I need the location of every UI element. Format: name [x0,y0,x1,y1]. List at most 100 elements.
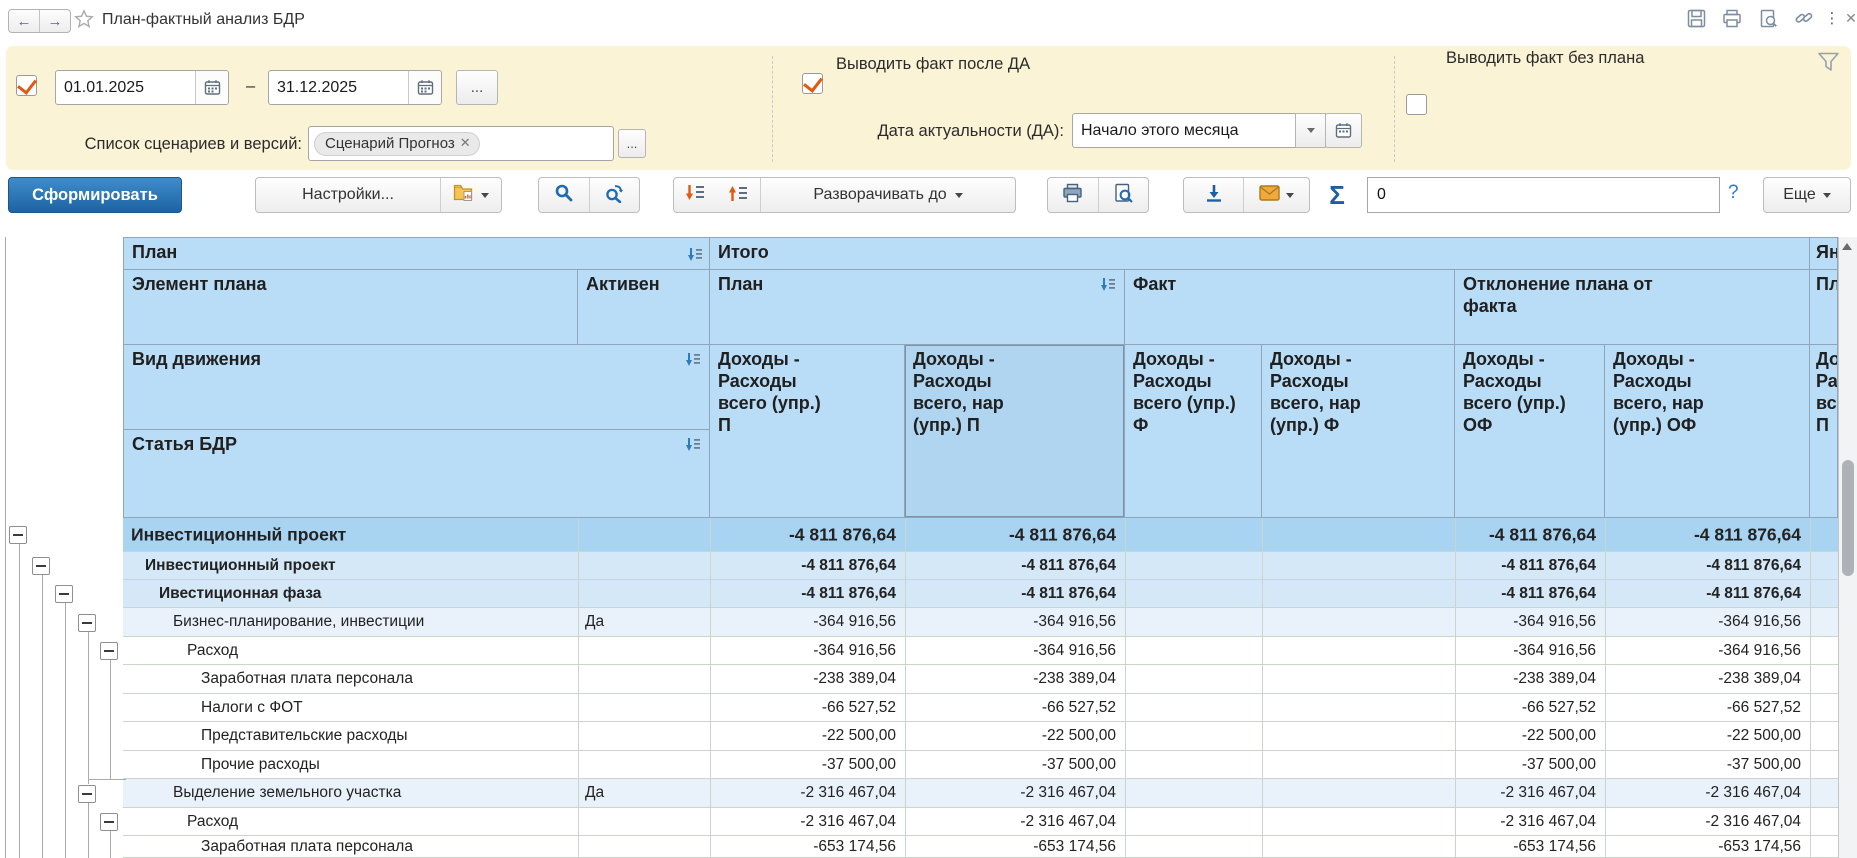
value-cell[interactable]: -4 811 876,64 [1694,524,1801,545]
value-cell[interactable]: -364 916,56 [1033,642,1116,660]
row-name-cell[interactable]: Представительские расходы [201,727,408,745]
da-combo-value[interactable] [1073,114,1295,147]
sort-desc-button[interactable] [674,178,716,212]
value-cell[interactable]: -364 916,56 [1718,642,1801,660]
print-icon[interactable] [1722,8,1742,28]
scroll-up-icon[interactable] [1842,243,1852,250]
send-mail-button[interactable] [1244,178,1309,212]
value-cell[interactable]: -364 916,56 [813,613,896,631]
column-header[interactable]: Доходы - Расходы всего, нар (упр.) ОФ [1605,345,1810,518]
tree-collapse-button[interactable] [55,585,73,603]
value-cell[interactable]: -364 916,56 [1513,642,1596,660]
value-cell[interactable]: -2 316 467,04 [1020,813,1116,831]
row-name-cell[interactable]: Заработная плата персонала [201,838,413,856]
value-cell[interactable]: -364 916,56 [1718,613,1801,631]
value-cell[interactable]: -2 316 467,04 [800,813,896,831]
value-cell[interactable]: -2 316 467,04 [1500,784,1596,802]
value-cell[interactable]: -66 527,52 [822,699,896,717]
value-cell[interactable]: -238 389,04 [1033,670,1116,688]
active-cell[interactable]: Да [585,784,604,802]
expand-to-dropdown[interactable]: Разворачивать до [761,178,1015,212]
sort-descending-icon[interactable] [685,436,701,458]
header-movement[interactable]: Вид движения [123,345,710,430]
value-cell[interactable]: -2 316 467,04 [1500,813,1596,831]
column-header[interactable]: Доходы - Расходы всего (упр.) ОФ [1455,345,1605,518]
fact-without-plan-checkbox[interactable] [1406,94,1427,115]
value-cell[interactable]: -4 811 876,64 [801,557,896,575]
value-cell[interactable]: -37 500,00 [1727,756,1801,774]
calendar-icon[interactable] [195,71,228,104]
report-variant-button[interactable] [441,178,501,212]
header-plan-group[interactable]: План [710,270,1125,345]
print-button[interactable] [1048,178,1098,212]
download-button[interactable] [1184,178,1243,212]
value-cell[interactable]: -22 500,00 [1042,727,1116,745]
header-plan-dimension[interactable]: План [123,237,710,270]
scrollbar-thumb[interactable] [1842,460,1854,576]
remove-tag-icon[interactable]: ✕ [460,135,471,151]
print-preview-icon[interactable] [1758,8,1778,28]
tree-collapse-button[interactable] [78,785,96,803]
value-cell[interactable]: -66 527,52 [1042,699,1116,717]
tree-collapse-button[interactable] [100,813,118,831]
generate-button[interactable]: Сформировать [8,177,182,213]
value-cell[interactable]: -66 527,52 [1522,699,1596,717]
value-cell[interactable]: -37 500,00 [1042,756,1116,774]
print-preview-button[interactable] [1099,178,1149,212]
more-actions-button[interactable]: Еще [1764,178,1850,212]
value-cell[interactable]: -2 316 467,04 [1705,784,1801,802]
row-name-cell[interactable]: Прочие расходы [201,756,320,774]
value-cell[interactable]: -4 811 876,64 [789,524,896,545]
scenario-more-button[interactable]: ... [618,129,646,158]
tree-collapse-button[interactable] [78,614,96,632]
vertical-scrollbar[interactable] [1838,237,1857,858]
help-link[interactable]: ? [1728,182,1739,204]
sort-descending-icon[interactable] [1100,276,1116,298]
value-cell[interactable]: -4 811 876,64 [1501,557,1596,575]
value-cell[interactable]: -4 811 876,64 [1021,557,1116,575]
sort-descending-icon[interactable] [685,351,701,373]
row-name-cell[interactable]: Ивестиционная фаза [159,585,321,603]
close-icon[interactable]: ✕ [1841,8,1857,28]
value-cell[interactable]: -4 811 876,64 [801,585,896,603]
column-header[interactable]: Доходы - Расходы всего, нар (упр.) П [905,345,1125,518]
row-name-cell[interactable]: Выделение земельного участка [173,784,401,802]
value-cell[interactable]: -653 174,56 [1718,838,1801,856]
header-next-plan-partial[interactable]: План [1810,270,1838,345]
favorite-star-icon[interactable] [74,9,94,29]
row-name-cell[interactable]: Инвестиционный проект [145,557,336,575]
sigma-button[interactable]: Σ [1320,179,1354,211]
header-element[interactable]: Элемент плана [123,270,578,345]
tree-collapse-button[interactable] [100,642,118,660]
period-checkbox[interactable] [16,75,37,96]
header-active[interactable]: Активен [578,270,710,345]
da-calendar-button[interactable] [1325,113,1362,148]
value-cell[interactable]: -4 811 876,64 [1706,557,1801,575]
date-from-input[interactable] [56,71,195,104]
value-cell[interactable]: -4 811 876,64 [1009,524,1116,545]
scenario-field[interactable]: Сценарий Прогноз ✕ [308,126,614,161]
column-header[interactable]: Доходы - Расходы всего (упр.) П [710,345,905,518]
header-next-month-partial[interactable]: Январь [1810,237,1838,270]
value-cell[interactable]: -653 174,56 [1513,838,1596,856]
header-total-group[interactable]: Итого [710,237,1810,270]
value-cell[interactable]: -22 500,00 [1522,727,1596,745]
fact-after-da-checkbox[interactable] [802,73,823,94]
sort-descending-icon[interactable] [687,246,703,268]
sum-input[interactable] [1367,177,1720,213]
find-next-button[interactable] [590,178,640,212]
search-button[interactable] [539,178,589,212]
tree-collapse-button[interactable] [9,526,27,544]
value-cell[interactable]: -364 916,56 [1513,613,1596,631]
header-fact-group[interactable]: Факт [1125,270,1455,345]
value-cell[interactable]: -238 389,04 [1513,670,1596,688]
value-cell[interactable]: -4 811 876,64 [1501,585,1596,603]
value-cell[interactable]: -238 389,04 [1718,670,1801,688]
value-cell[interactable]: -2 316 467,04 [800,784,896,802]
value-cell[interactable]: -37 500,00 [1522,756,1596,774]
calendar-icon[interactable] [408,71,441,104]
value-cell[interactable]: -66 527,52 [1727,699,1801,717]
header-next-column-partial[interactable]: Доходы - Расходы всего (упр.) П [1810,345,1838,518]
sort-asc-button[interactable] [716,178,760,212]
value-cell[interactable]: -653 174,56 [813,838,896,856]
